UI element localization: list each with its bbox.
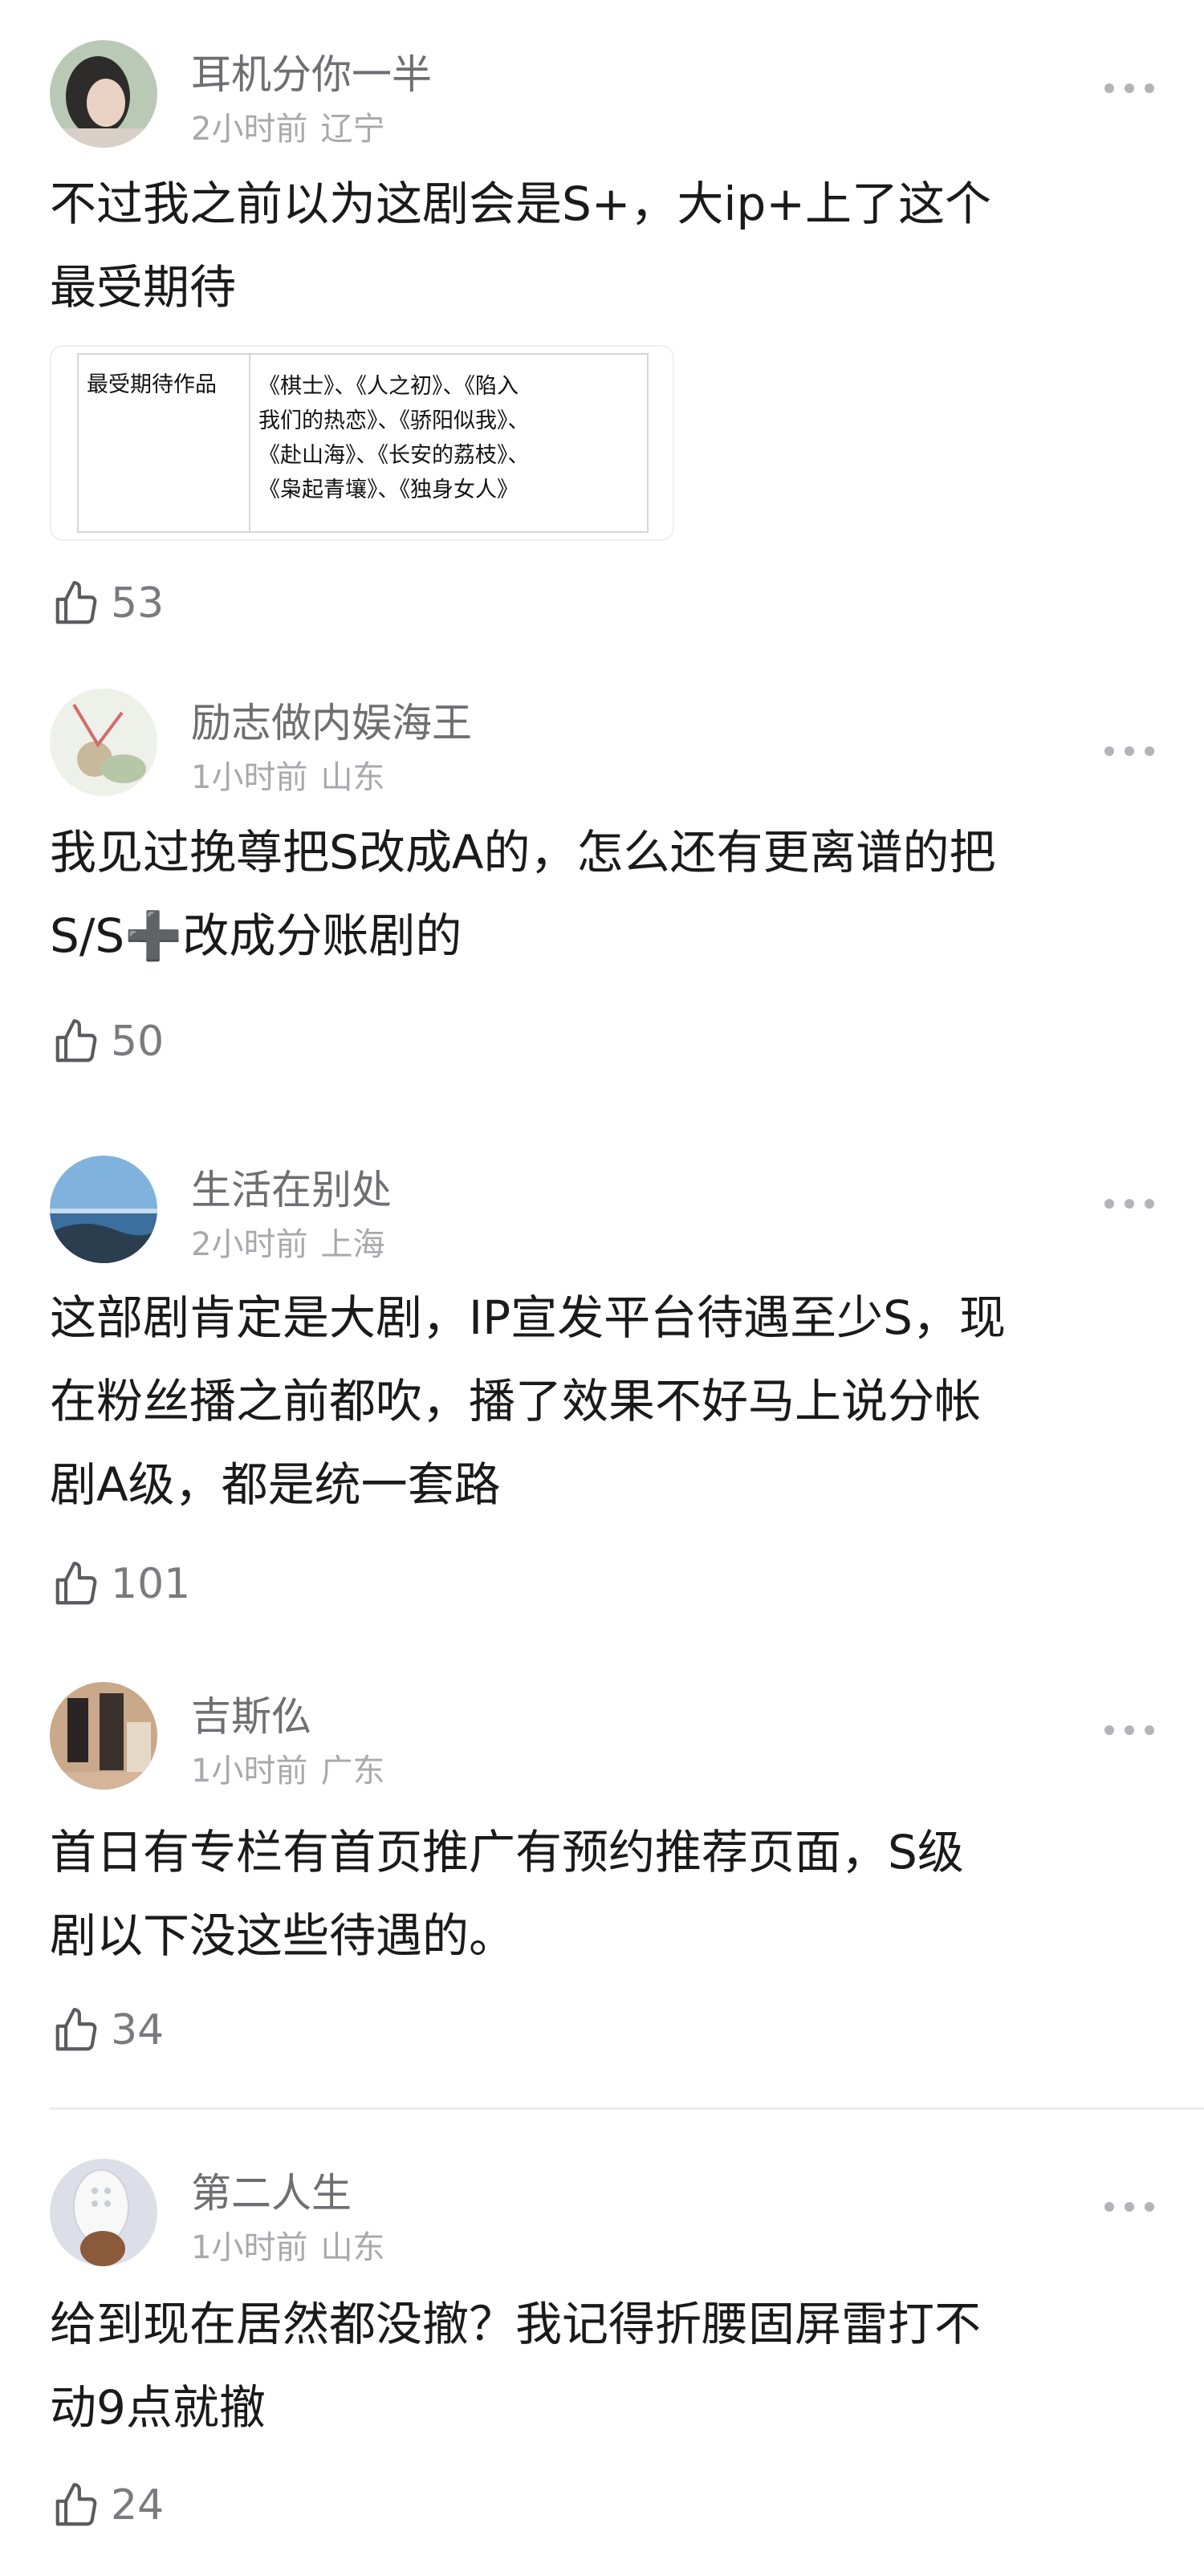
like-button[interactable]: 34 [51,1998,164,2062]
comment-text: 首日有专栏有首页推广有预约推荐页面，S级 剧以下没这些待遇的。 [50,1810,1165,1977]
comment-location: 山东 [320,759,385,796]
comment-image[interactable]: 最受期待作品 《棋士》、《人之初》、《陷入 我们的热恋》、《骄阳似我》、 《赴山… [50,345,674,541]
comment-text-line: 在粉丝播之前都吹，播了效果不好马上说分帐 [50,1374,982,1428]
like-button[interactable]: 53 [51,571,164,636]
comment-text: 这部剧肯定是大剧，IP宣发平台待遇至少S，现 在粉丝播之前都吹，播了效果不好马上… [50,1276,1165,1526]
more-options-icon[interactable] [1104,743,1154,759]
avatar[interactable] [50,1682,157,1790]
comment-text-line: 不过我之前以为这剧会是S+，大ip+上了这个 [50,177,991,231]
table-value-line: 《枭起青壤》、《独身女人》 [258,477,519,502]
like-count: 50 [111,1018,165,1066]
avatar[interactable] [50,2159,157,2266]
like-button[interactable]: 101 [51,1552,190,1616]
comment-text-line: 首日有专栏有首页推广有预约推荐页面，S级 [50,1825,964,1879]
comment-text: 不过我之前以为这剧会是S+，大ip+上了这个 最受期待 [50,162,1165,329]
comment-text: 我见过挽尊把S改成A的，怎么还有更离谱的把 S/S➕改成分账剧的 [50,811,1165,977]
table-header-cell: 最受期待作品 [79,355,250,531]
comment-text-line: S/S➕改成分账剧的 [50,908,462,963]
comment-time: 1小时前 [191,1753,308,1790]
table-value-line: 我们的热恋》、《骄阳似我》、 [258,408,530,433]
avatar[interactable] [50,689,157,796]
username[interactable]: 耳机分你一半 [191,47,432,103]
comment-location: 上海 [320,1226,385,1263]
avatar[interactable] [50,1156,157,1263]
table-value-line: 《棋士》、《人之初》、《陷入 [258,374,519,399]
comment-meta: 1小时前 山东 [191,758,384,798]
thumbs-up-icon [55,2483,97,2526]
table-value-cell: 《棋士》、《人之初》、《陷入 我们的热恋》、《骄阳似我》、 《赴山海》、《长安的… [250,355,647,531]
username[interactable]: 吉斯仫 [191,1688,311,1745]
like-count: 53 [111,579,165,628]
thumbs-up-icon [55,2008,97,2051]
comment-meta: 1小时前 广东 [191,1751,384,1791]
comment-text-line: 剧A级，都是统一套路 [50,1457,501,1512]
divider [50,2107,1204,2110]
avatar[interactable] [50,40,157,148]
comment-location: 山东 [320,2229,385,2266]
thumbs-up-icon [55,1562,97,1605]
comment-time: 2小时前 [191,1226,308,1263]
table-value-line: 《赴山海》、《长安的荔枝》、 [258,443,530,468]
comment-meta: 1小时前 山东 [191,2228,384,2268]
comment-meta: 2小时前 辽宁 [191,109,384,149]
image-table: 最受期待作品 《棋士》、《人之初》、《陷入 我们的热恋》、《骄阳似我》、 《赴山… [77,353,649,533]
comment-location: 广东 [320,1753,385,1790]
username[interactable]: 励志做内娱海王 [191,695,472,751]
comment-time: 1小时前 [191,2229,308,2266]
comment-meta: 2小时前 上海 [191,1225,384,1265]
comment-text-line: 动9点就撤 [50,2380,266,2435]
like-count: 24 [111,2481,165,2529]
like-button[interactable]: 50 [51,1010,164,1074]
comment-text-line: 剧以下没这些待遇的。 [50,1908,516,1963]
comment-time: 2小时前 [191,111,308,148]
more-options-icon[interactable] [1104,1196,1154,1212]
comment-time: 1小时前 [191,759,308,796]
comment-text-line: 最受期待 [50,260,237,315]
comment-text-line: 这部剧肯定是大剧，IP宣发平台待遇至少S，现 [50,1290,1006,1345]
username[interactable]: 第二人生 [191,2165,352,2221]
comment-location: 辽宁 [320,111,385,148]
more-options-icon[interactable] [1104,1722,1154,1738]
thumbs-up-icon [55,1019,97,1062]
username[interactable]: 生活在别处 [191,1162,392,1218]
comment-text-line: 我见过挽尊把S改成A的，怎么还有更离谱的把 [50,825,996,880]
like-count: 34 [111,2006,165,2054]
thumbs-up-icon [55,581,97,624]
like-count: 101 [111,1560,191,1608]
more-options-icon[interactable] [1104,80,1154,96]
like-button[interactable]: 24 [51,2473,164,2537]
more-options-icon[interactable] [1104,2199,1154,2215]
comment-text-line: 给到现在居然都没撤？我记得折腰固屏雷打不 [50,2297,982,2351]
comment-text: 给到现在居然都没撤？我记得折腰固屏雷打不 动9点就撤 [50,2282,1165,2449]
